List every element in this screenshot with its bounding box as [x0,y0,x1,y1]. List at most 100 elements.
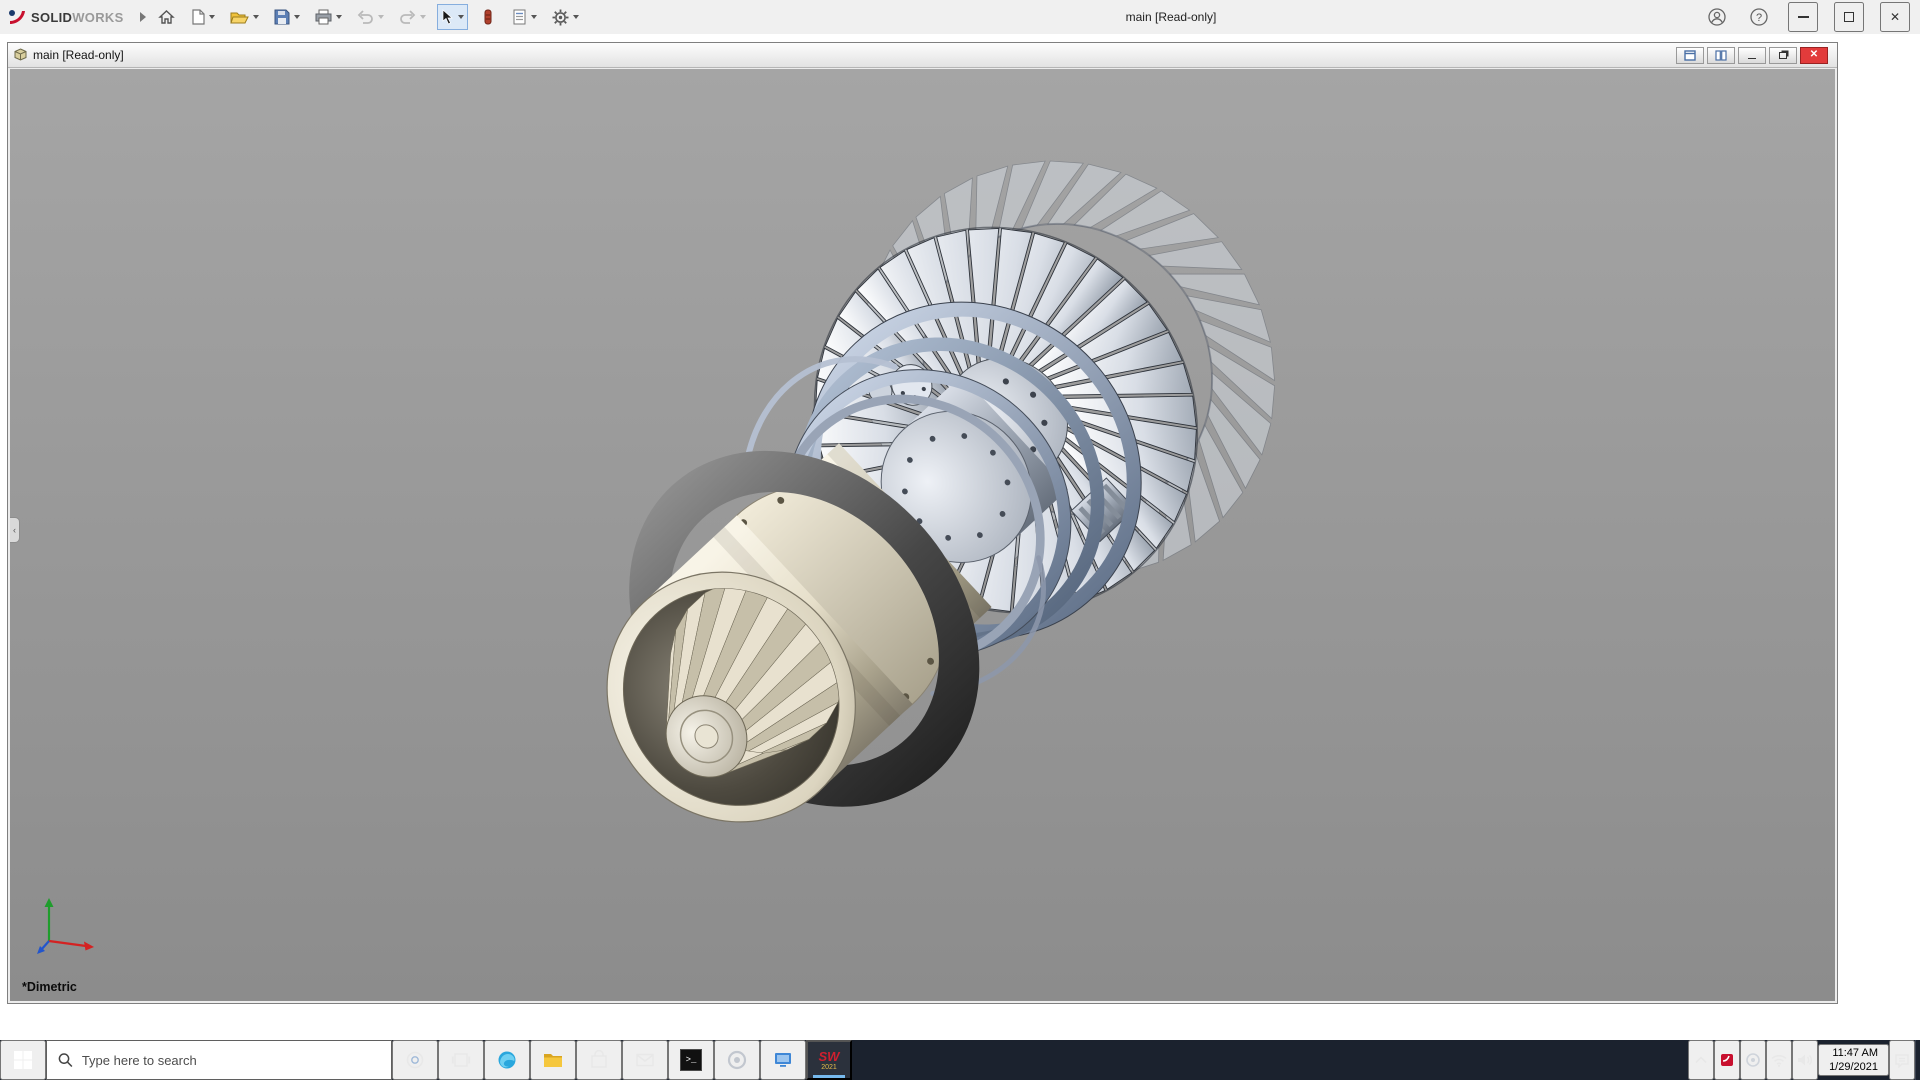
maximize-icon [1844,12,1854,22]
doc-close-button[interactable]: ✕ [1800,47,1828,64]
doc-minimize-button[interactable] [1738,47,1766,64]
sw-year-label: 2021 [821,1064,837,1071]
document-title: main [Read-only] [33,48,124,62]
dropdown-caret[interactable] [294,15,300,19]
new-document-button[interactable] [187,4,219,30]
taskbar-app-edge[interactable] [484,1040,530,1080]
taskbar-app-file-explorer[interactable] [530,1040,576,1080]
undo-button[interactable] [353,4,388,30]
red-tool-button[interactable] [475,4,501,30]
save-button[interactable] [270,4,304,30]
dropdown-caret[interactable] [420,15,426,19]
teal-tray-icon [1746,1053,1760,1067]
edge-browser-icon [497,1050,517,1070]
help-button[interactable]: ? [1746,4,1772,30]
solidworks-logo: SOLIDWORKS [8,9,124,25]
options-gear-icon [552,9,569,26]
taskbar-app-gray[interactable] [714,1040,760,1080]
dropdown-caret[interactable] [209,15,215,19]
doc-restore-button[interactable] [1769,47,1797,64]
new-document-icon [191,9,205,25]
taskbar-app-terminal[interactable]: >_ [668,1040,714,1080]
show-desktop-button[interactable] [1915,1040,1920,1080]
taskbar-app-display[interactable] [760,1040,806,1080]
graphics-area[interactable]: *Dimetric ‹ [10,69,1835,1001]
svg-text:?: ? [1756,12,1762,24]
action-center-icon [1894,1053,1910,1068]
dropdown-caret[interactable] [458,15,464,19]
task-view-button[interactable] [438,1040,484,1080]
view-orientation-label: *Dimetric [22,980,77,994]
taskbar-app-mail[interactable] [622,1040,668,1080]
select-cursor-icon [441,9,454,25]
titlebar-right-controls: ? ✕ [1704,0,1910,34]
dropdown-caret[interactable] [531,15,537,19]
app-window-title: main [Read-only] [1126,0,1217,34]
document-titlebar[interactable]: main [Read-only] ✕ [8,43,1837,68]
account-button[interactable] [1704,4,1730,30]
restore-icon [1779,52,1787,59]
dropdown-caret[interactable] [573,15,579,19]
home-icon [158,9,175,25]
open-folder-icon [230,10,249,25]
dropdown-caret[interactable] [378,15,384,19]
orientation-triad[interactable] [34,895,100,957]
tile-window-icon [1715,50,1727,61]
tray-app-icon[interactable] [1740,1040,1766,1080]
taskbar-clock[interactable]: 11:47 AM 1/29/2021 [1818,1044,1889,1076]
action-center-button[interactable] [1889,1040,1915,1080]
redo-button[interactable] [395,4,430,30]
file-explorer-icon [543,1050,563,1070]
mail-icon [635,1050,655,1070]
doc-new-window-button[interactable] [1676,47,1704,64]
doc-tile-window-button[interactable] [1707,47,1735,64]
options-button[interactable] [548,4,583,30]
file-properties-button[interactable] [508,4,541,30]
chevron-up-icon [1695,1056,1707,1064]
cortana-icon [405,1050,425,1070]
task-view-icon [451,1050,471,1070]
terminal-icon: >_ [680,1049,702,1071]
taskbar-search[interactable] [46,1040,392,1080]
clock-date: 1/29/2021 [1829,1060,1878,1074]
speaker-icon [1797,1053,1813,1067]
panel-collapse-tab[interactable]: ‹ [10,517,20,543]
tray-solidworks-monitor[interactable] [1714,1040,1740,1080]
taskbar-app-store[interactable] [576,1040,622,1080]
open-button[interactable] [226,4,263,30]
clock-time: 11:47 AM [1829,1046,1878,1060]
tray-chevron-up[interactable] [1688,1040,1714,1080]
close-icon: ✕ [1890,10,1900,24]
print-button[interactable] [311,4,346,30]
cortana-button[interactable] [392,1040,438,1080]
start-button[interactable] [0,1040,46,1080]
account-icon [1708,8,1726,26]
solidworks-2021-icon: SW 2021 [819,1050,840,1071]
app-close-button[interactable]: ✕ [1880,2,1910,32]
sw-logo-mark: SW [819,1050,840,1063]
toolbar-flyout-arrow-icon[interactable] [140,12,146,22]
dropdown-caret[interactable] [253,15,259,19]
home-button[interactable] [154,4,180,30]
file-properties-icon [512,9,527,25]
help-icon: ? [1750,8,1768,26]
red-tray-icon [1720,1053,1734,1067]
system-tray: 11:47 AM 1/29/2021 [1688,1040,1920,1080]
app-minimize-button[interactable] [1788,2,1818,32]
select-cursor-button[interactable] [437,4,468,30]
windows-taskbar: >_ SW 2021 [0,1040,1920,1080]
document-window: main [Read-only] ✕ [7,42,1838,1004]
app-titlebar: SOLIDWORKS [0,0,1920,34]
search-input[interactable] [82,1053,380,1068]
redo-icon [399,10,416,25]
store-icon [589,1050,609,1070]
search-icon [58,1052,73,1068]
wifi-icon [1771,1054,1787,1067]
tray-network[interactable] [1766,1040,1792,1080]
tray-volume[interactable] [1792,1040,1818,1080]
print-icon [315,9,332,25]
dropdown-caret[interactable] [336,15,342,19]
app-maximize-button[interactable] [1834,2,1864,32]
new-window-icon [1684,50,1696,61]
taskbar-app-solidworks[interactable]: SW 2021 [806,1040,852,1080]
